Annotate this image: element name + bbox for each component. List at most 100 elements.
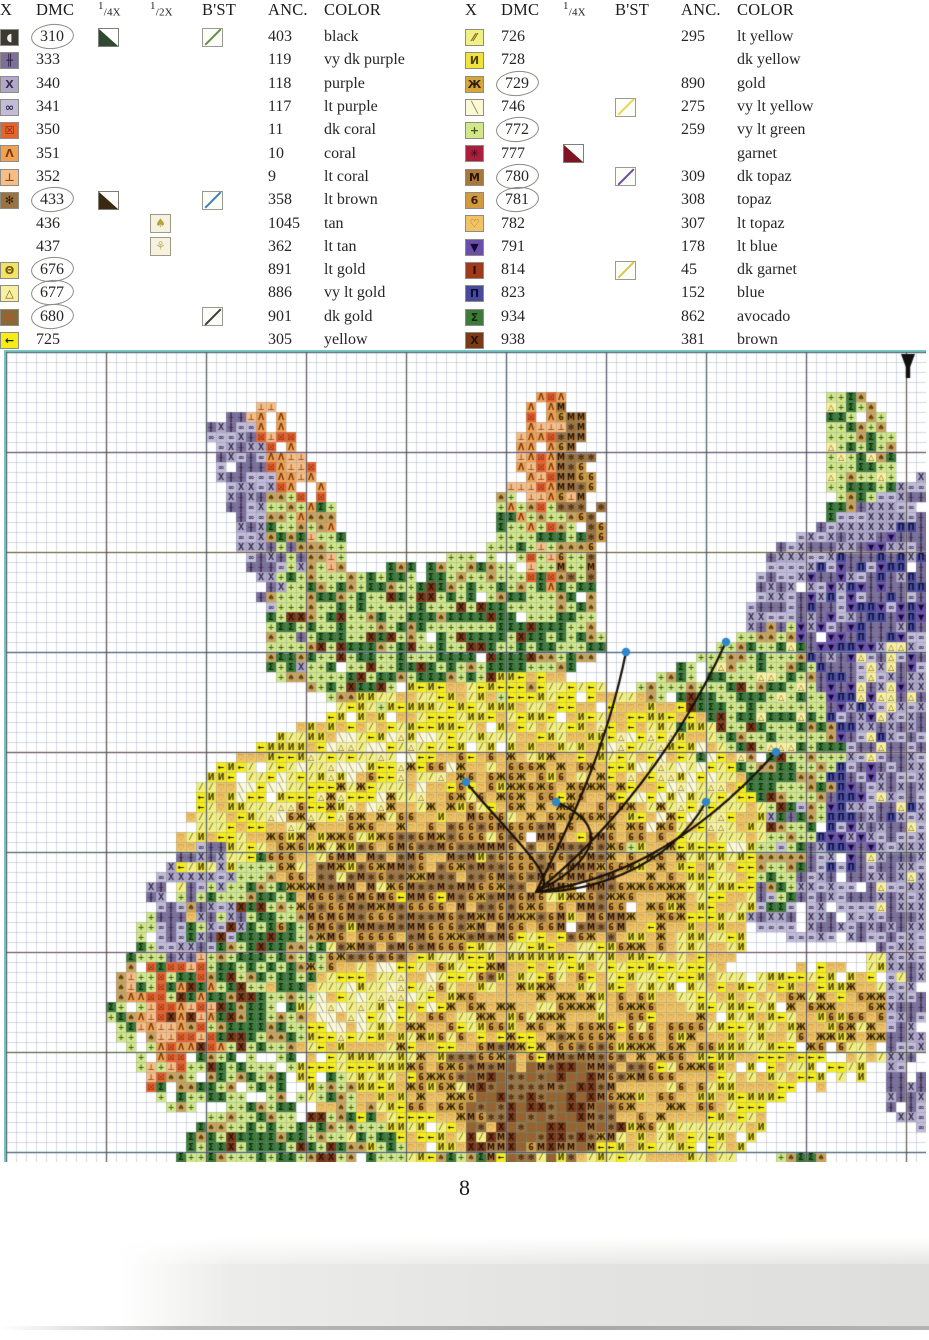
page-number: 8: [459, 1175, 470, 1200]
header-quarter-stitch: 1/4X: [98, 0, 121, 19]
cell-backstitch: [615, 258, 681, 281]
cell-color-name: yellow: [324, 331, 368, 348]
cell-anchor: 305: [268, 331, 292, 348]
thread-symbol-swatch: ⊥: [0, 168, 19, 186]
backstitch-icon: [615, 260, 636, 280]
cell-quarter-stitch: [98, 95, 150, 118]
cell-half-stitch: [150, 258, 202, 281]
dmc-number: 436: [36, 214, 60, 232]
cell-symbol: И: [465, 49, 501, 72]
cell-dmc: 938: [501, 328, 563, 351]
cell-symbol: X: [0, 72, 36, 95]
cell-anchor: 862: [681, 307, 705, 325]
cell-backstitch: [202, 328, 268, 351]
cell-dmc: 310: [36, 26, 98, 49]
thread-symbol-swatch: ∞: [0, 98, 19, 116]
cell-backstitch: [615, 212, 681, 235]
cell-symbol: [0, 212, 36, 235]
half-stitch-icon: ⚘: [150, 237, 171, 257]
cell-color-name: blue: [737, 284, 765, 302]
cell-color-name: lt coral: [324, 167, 369, 185]
dmc-number: 782: [501, 214, 525, 232]
cell-color-name: dk gold: [324, 307, 373, 325]
legend-row: Π 823 152 blue: [465, 282, 929, 305]
cell-symbol: Θ: [0, 258, 36, 281]
cell-dmc: 676: [36, 258, 98, 281]
thread-symbol-swatch: X: [465, 331, 484, 349]
thread-symbol-swatch: Ж: [465, 75, 484, 93]
cell-backstitch: [202, 305, 268, 328]
cell-quarter-stitch: [98, 189, 150, 212]
cell-dmc: 781: [501, 189, 563, 212]
thread-symbol-swatch: ∷: [0, 308, 19, 326]
cell-quarter-stitch: [563, 235, 615, 258]
cell-color-name: gold: [737, 74, 766, 92]
cell-color-name: dk coral: [324, 121, 376, 139]
legend-column-right: X DMC 1/4X B'ST ANC. COLOR ⁄⁄ 726 295 lt ye…: [465, 0, 929, 352]
dmc-number-circled: 676: [36, 261, 68, 279]
backstitch-icon: [202, 307, 223, 327]
cell-quarter-stitch: [563, 95, 615, 118]
cell-dmc: 351: [36, 142, 98, 165]
cell-symbol: ⁄⁄: [465, 26, 501, 49]
quarter-stitch-icon: [563, 144, 584, 164]
thread-symbol-swatch: 6: [465, 192, 484, 210]
cell-quarter-stitch: [563, 305, 615, 328]
cell-half-stitch: [150, 328, 202, 351]
cell-color-name: vy lt gold: [324, 284, 386, 302]
cell-half-stitch: [150, 142, 202, 165]
cell-symbol: ∞: [0, 95, 36, 118]
legend-row: ∞ 341 117 lt purple: [0, 95, 464, 118]
legend-row: ✳ 777 garnet: [465, 142, 929, 165]
thread-symbol-swatch: ☒: [0, 122, 19, 140]
thread-symbol-swatch: Σ: [465, 308, 484, 326]
header-backstitch: B'ST: [202, 0, 237, 20]
cell-symbol: Σ: [465, 305, 501, 328]
cell-dmc: 340: [36, 72, 98, 95]
cell-symbol: ✻: [0, 189, 36, 212]
cross-stitch-chart: [4, 350, 926, 1162]
cell-dmc: 341: [36, 95, 98, 118]
cell-dmc: 791: [501, 235, 563, 258]
cell-half-stitch: [150, 26, 202, 49]
cell-color-name: topaz: [737, 191, 772, 209]
cell-symbol: ⊥: [0, 165, 36, 188]
cell-dmc: 728: [501, 49, 563, 72]
cell-color-name: lt brown: [324, 191, 378, 209]
cell-half-stitch: [150, 189, 202, 212]
cell-dmc: 726: [501, 26, 563, 49]
header-half-stitch: 1/2X: [150, 0, 173, 19]
thread-symbol-swatch: ♡: [465, 215, 484, 233]
legend-row: ╲ 746 275 vy lt yellow: [465, 95, 929, 118]
cell-backstitch: [202, 212, 268, 235]
dmc-number: 814: [501, 261, 525, 279]
cell-backstitch: [615, 328, 681, 351]
header-anchor: ANC.: [268, 0, 308, 20]
dmc-number: 823: [501, 284, 525, 302]
cell-backstitch: [202, 235, 268, 258]
cell-anchor: 152: [681, 284, 705, 302]
cell-symbol: X: [465, 328, 501, 351]
cell-symbol: ╫: [0, 49, 36, 72]
cell-quarter-stitch: [563, 189, 615, 212]
legend-column-left: X DMC 1/4X 1/2X B'ST ANC. COLOR ◖ 310 403 b…: [0, 0, 464, 352]
cell-symbol: ▼: [465, 235, 501, 258]
cell-color-name: dk garnet: [737, 261, 797, 279]
cell-anchor: 9: [268, 167, 276, 185]
cell-anchor: 10: [268, 144, 284, 162]
cell-backstitch: [615, 72, 681, 95]
cell-color-name: lt tan: [324, 237, 357, 255]
color-legend: X DMC 1/4X 1/2X B'ST ANC. COLOR ◖ 310 403 b…: [0, 0, 929, 350]
dmc-number-circled: 780: [501, 168, 533, 186]
legend-row: ☒ 350 11 dk coral: [0, 119, 464, 142]
cell-half-stitch: [150, 95, 202, 118]
cell-anchor: 891: [268, 261, 292, 279]
cell-backstitch: [202, 165, 268, 188]
thread-symbol-swatch: ◖: [0, 28, 19, 46]
cell-half-stitch: [150, 49, 202, 72]
cell-dmc: 680: [36, 305, 98, 328]
cell-quarter-stitch: [563, 328, 615, 351]
legend-row: ✻ 433 358 lt brown: [0, 189, 464, 212]
cell-color-name: coral: [324, 144, 356, 162]
legend-row: +772 259 vy lt green: [465, 119, 929, 142]
